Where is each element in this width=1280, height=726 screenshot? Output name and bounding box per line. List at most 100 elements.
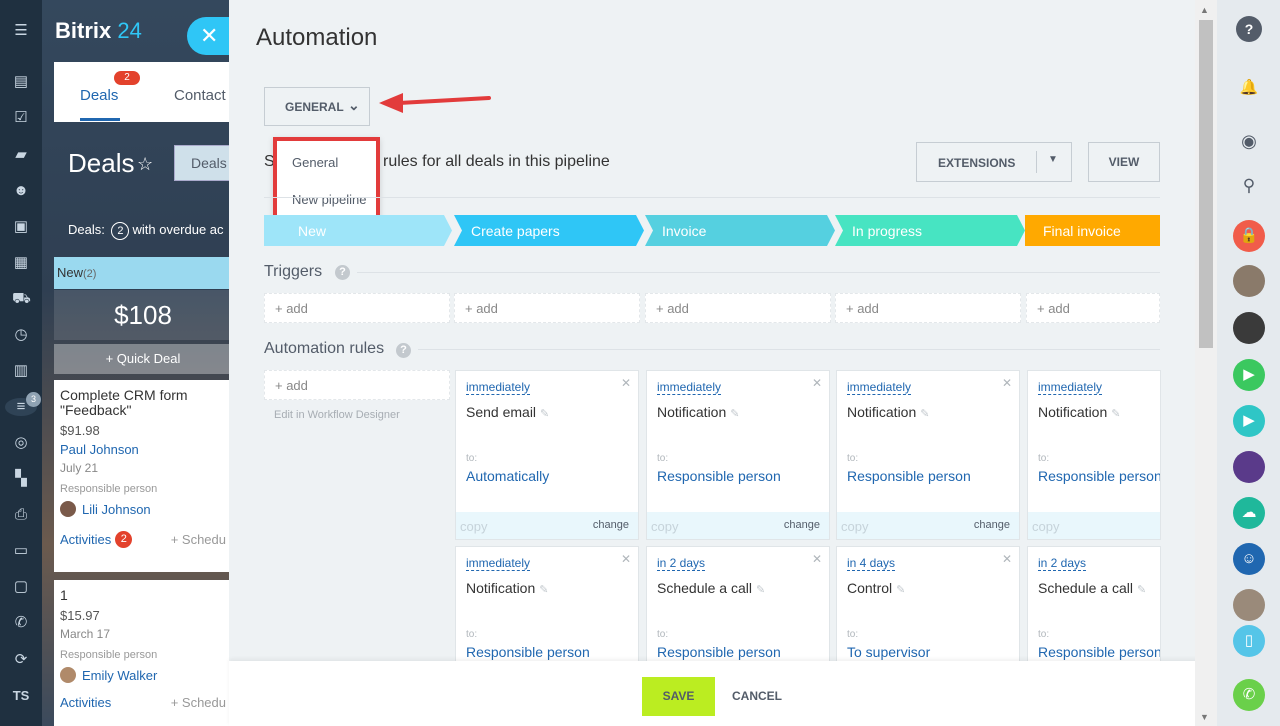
deal-contact-link[interactable]: Paul Johnson — [60, 442, 226, 457]
rule-delay-link[interactable]: immediately — [657, 381, 722, 395]
scroll-up-icon[interactable]: ▲ — [1200, 5, 1209, 15]
close-slider-button[interactable]: ✕ — [187, 17, 229, 55]
change-link[interactable]: change — [974, 519, 1010, 531]
star-icon[interactable]: ☆ — [137, 154, 153, 175]
avatar-icon[interactable] — [1233, 451, 1265, 483]
pencil-icon[interactable]: ✎ — [920, 408, 929, 420]
quick-deal-button[interactable]: + Quick Deal — [54, 344, 232, 374]
responsible-user[interactable]: Emily Walker — [60, 667, 226, 683]
video-call-icon[interactable]: ▶ — [1233, 359, 1265, 391]
help-icon[interactable]: ? — [335, 265, 350, 280]
edit-in-workflow-designer-link[interactable]: Edit in Workflow Designer — [274, 409, 400, 421]
time-icon[interactable]: ◷ — [12, 326, 30, 344]
sync-icon[interactable]: ⟳ — [12, 651, 30, 669]
rule-target-link[interactable]: Responsible person — [847, 468, 971, 484]
rule-target-link[interactable]: Responsible person — [657, 468, 781, 484]
add-trigger-button[interactable]: + add — [835, 293, 1021, 323]
docs-icon[interactable]: ▥ — [12, 362, 30, 380]
avatar-icon[interactable] — [1233, 265, 1265, 297]
phone-icon[interactable]: ✆ — [12, 614, 30, 632]
apps-icon[interactable]: ▚ — [12, 470, 30, 488]
rule-delay-link[interactable]: immediately — [466, 557, 531, 571]
pencil-icon[interactable]: ✎ — [540, 408, 549, 420]
group-icon[interactable]: ☺ — [1233, 543, 1265, 575]
pencil-icon[interactable]: ✎ — [896, 584, 905, 596]
rule-target-link[interactable]: Responsible person — [1038, 468, 1160, 484]
add-rule-button[interactable]: + add — [264, 370, 450, 400]
pencil-icon[interactable]: ✎ — [1111, 408, 1120, 420]
change-link[interactable]: change — [784, 519, 820, 531]
dropdown-item-new-pipeline[interactable]: New pipeline — [292, 192, 366, 207]
rule-target-link[interactable]: Automatically — [466, 468, 549, 484]
add-trigger-button[interactable]: + add — [1026, 293, 1160, 323]
scrollbar-thumb[interactable] — [1199, 20, 1213, 348]
phone-icon[interactable]: ✆ — [1233, 679, 1265, 711]
feed-icon[interactable]: ▤ — [12, 73, 30, 91]
help-icon[interactable]: ? — [396, 343, 411, 358]
tasks-icon[interactable]: ☑ — [12, 109, 30, 127]
pencil-icon[interactable]: ✎ — [756, 584, 765, 596]
close-icon[interactable]: ✕ — [621, 552, 631, 566]
groups-icon[interactable]: ☻ — [12, 182, 30, 200]
deals-filter-tab[interactable]: Deals — [174, 145, 232, 181]
activities-link[interactable]: Activities — [60, 532, 111, 547]
avatar-icon[interactable] — [1233, 589, 1265, 621]
rule-delay-link[interactable]: in 2 days — [657, 557, 706, 571]
rule-delay-link[interactable]: immediately — [466, 381, 531, 395]
pencil-icon[interactable]: ✎ — [539, 584, 548, 596]
pencil-icon[interactable]: ✎ — [730, 408, 739, 420]
pencil-icon[interactable]: ✎ — [1137, 584, 1146, 596]
close-icon[interactable]: ✕ — [621, 376, 631, 390]
rule-card[interactable]: immediately ✕ Notification ✎ to: Responsi… — [836, 370, 1020, 540]
add-trigger-button[interactable]: + add — [454, 293, 640, 323]
save-button[interactable]: SAVE — [642, 677, 715, 716]
copy-link[interactable]: copy — [651, 519, 678, 534]
deal-card[interactable]: Complete CRM form "Feedback" $91.98 Paul… — [54, 380, 232, 572]
lock-icon[interactable]: 🔒 — [1233, 220, 1265, 252]
avatar-icon[interactable] — [1233, 312, 1265, 344]
window-icon[interactable]: ▢ — [12, 578, 30, 596]
rule-delay-link[interactable]: immediately — [847, 381, 912, 395]
target-icon[interactable]: ◎ — [12, 434, 30, 452]
copy-link[interactable]: copy — [460, 519, 487, 534]
add-trigger-button[interactable]: + add — [645, 293, 831, 323]
bell-icon[interactable]: 🔔 — [1233, 72, 1265, 104]
shop-icon[interactable]: ⛟ — [12, 290, 31, 308]
rule-card[interactable]: immediately Notification ✎ to: Responsibl… — [1027, 370, 1161, 540]
schedule-link[interactable]: + Schedu — [171, 532, 226, 547]
scroll-down-icon[interactable]: ▼ — [1200, 712, 1209, 722]
copy-link[interactable]: copy — [841, 519, 868, 534]
close-icon[interactable]: ✕ — [812, 552, 822, 566]
chat-bubble-icon[interactable]: ◉ — [1233, 125, 1265, 157]
mobile-icon[interactable]: ▯ — [1233, 625, 1265, 657]
help-icon[interactable]: ? — [1236, 16, 1262, 42]
change-link[interactable]: change — [593, 519, 629, 531]
drive-icon[interactable]: ▭ — [12, 542, 30, 560]
printer-icon[interactable]: ⎙ — [12, 506, 30, 524]
rule-target-link[interactable]: Responsible person — [657, 644, 781, 660]
rule-target-link[interactable]: To supervisor — [847, 644, 930, 660]
activities-link[interactable]: Activities — [60, 695, 111, 710]
menu-icon[interactable]: ☰ — [12, 22, 30, 40]
chat-icon[interactable]: ▰ — [12, 146, 30, 164]
deal-card[interactable]: 1 $15.97 March 17 Responsible person Emi… — [54, 580, 232, 726]
view-button[interactable]: VIEW — [1088, 142, 1160, 182]
rule-card[interactable]: immediately ✕ Notification ✎ to: Responsi… — [646, 370, 830, 540]
rule-delay-link[interactable]: immediately — [1038, 381, 1103, 395]
schedule-link[interactable]: + Schedu — [171, 695, 226, 710]
tab-contacts[interactable]: Contact — [174, 87, 226, 104]
calendar-icon[interactable]: ▦ — [12, 254, 30, 272]
rule-delay-link[interactable]: in 4 days — [847, 557, 896, 571]
extensions-button[interactable]: EXTENSIONS ▼ — [916, 142, 1072, 182]
copy-link[interactable]: copy — [1032, 519, 1059, 534]
close-icon[interactable]: ✕ — [1002, 376, 1012, 390]
cancel-button[interactable]: CANCEL — [732, 689, 782, 703]
add-trigger-button[interactable]: + add — [264, 293, 450, 323]
dropdown-item-general[interactable]: General — [292, 155, 338, 170]
close-icon[interactable]: ✕ — [1002, 552, 1012, 566]
rule-target-link[interactable]: Responsible person — [1038, 644, 1160, 660]
close-icon[interactable]: ✕ — [812, 376, 822, 390]
caret-down-icon[interactable]: ▼ — [1048, 154, 1058, 165]
rule-card[interactable]: immediately ✕ Send email ✎ to: Automatica… — [455, 370, 639, 540]
cloud-icon[interactable]: ☁ — [1233, 497, 1265, 529]
